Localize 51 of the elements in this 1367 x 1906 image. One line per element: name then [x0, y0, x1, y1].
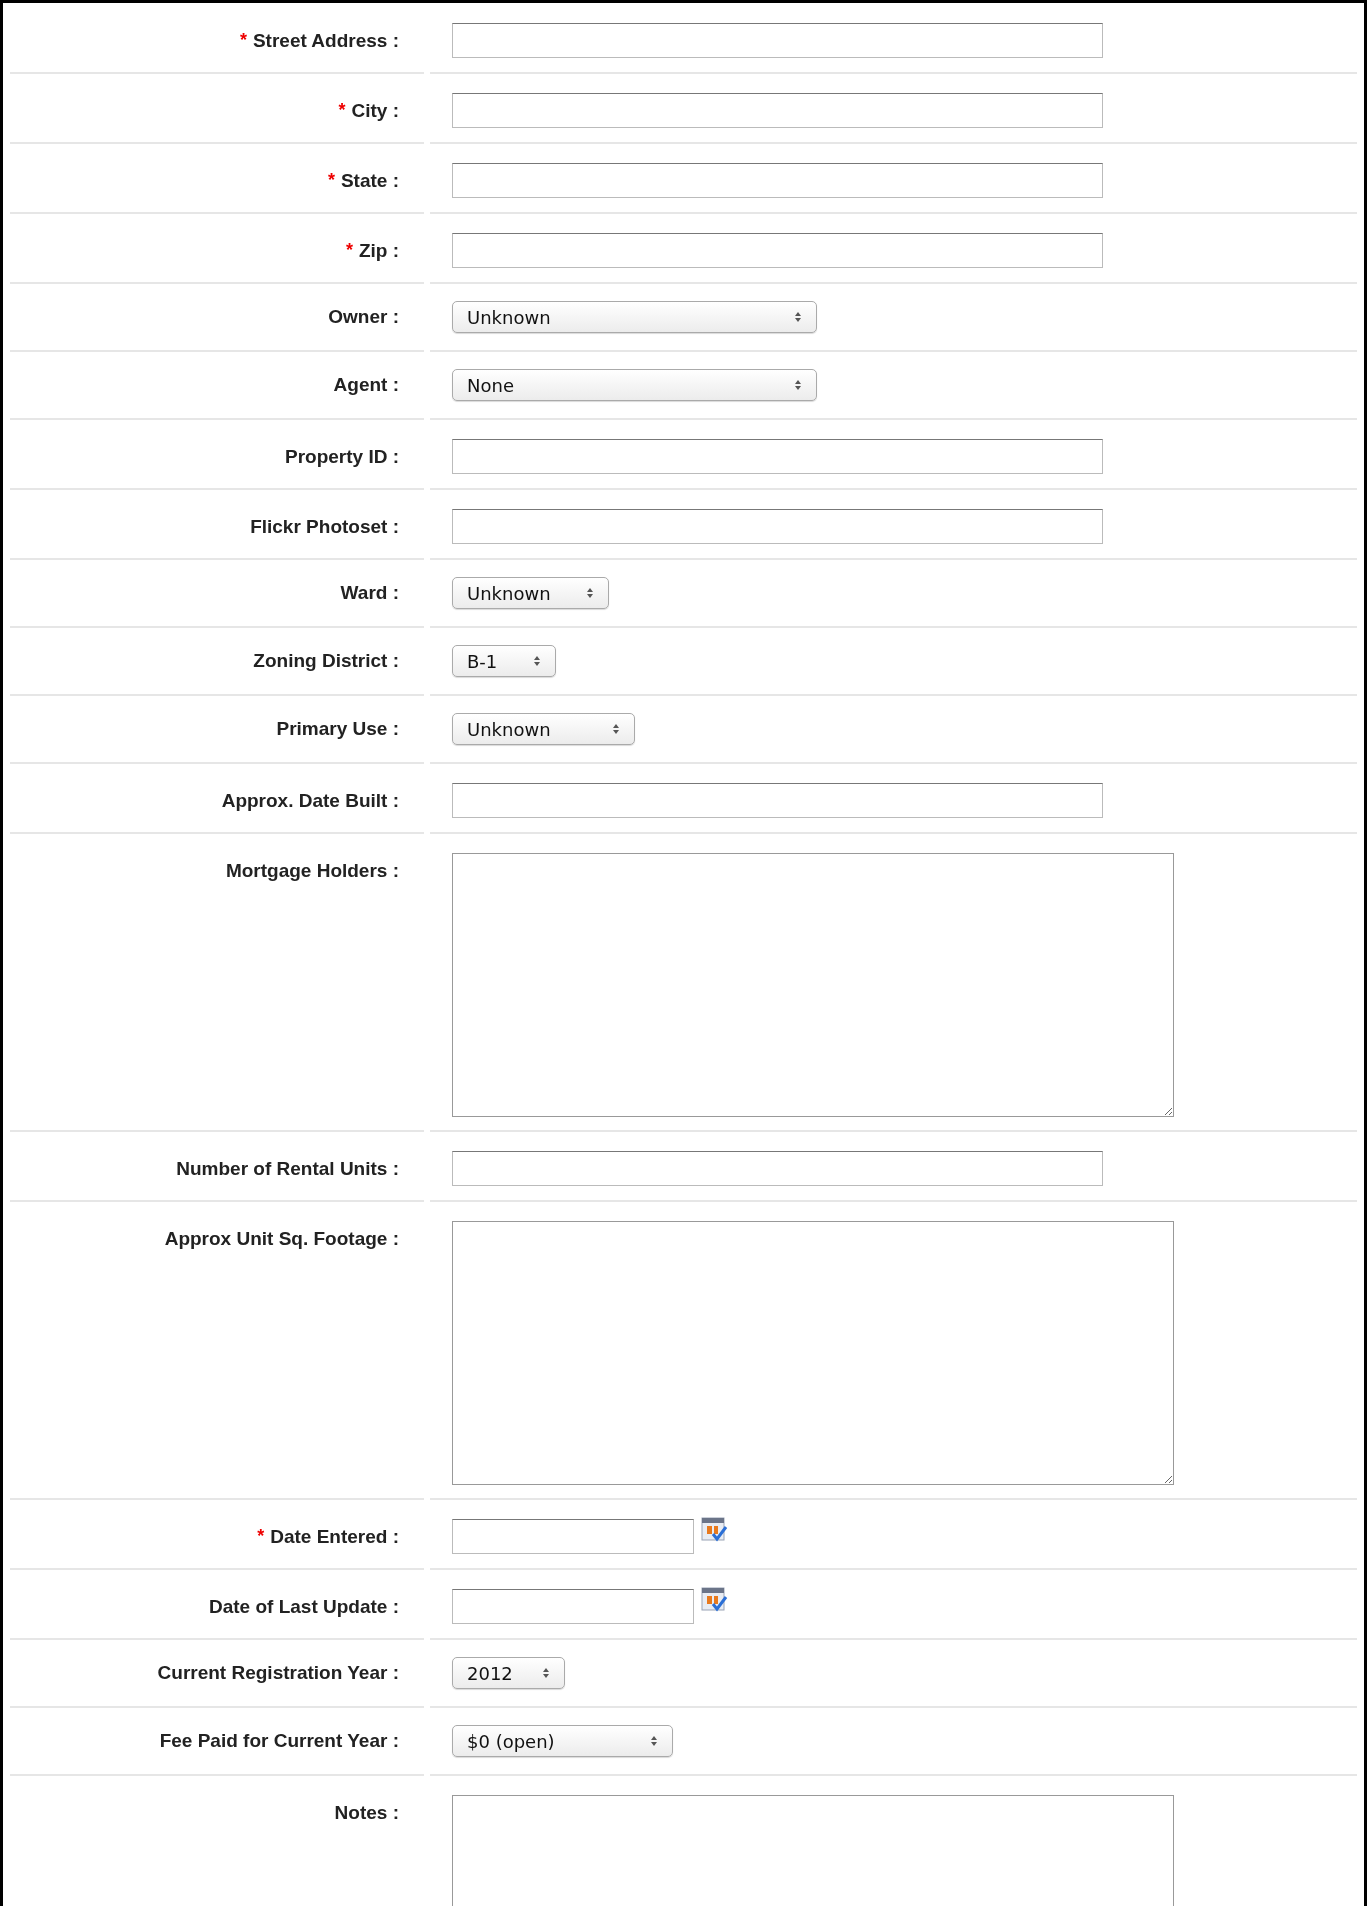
field-label: Property ID :	[284, 445, 399, 469]
required-marker: *	[257, 1525, 265, 1548]
up-down-arrows-icon	[794, 311, 802, 323]
field-label: Zoning District :	[253, 649, 399, 673]
up-down-arrows-icon	[794, 379, 802, 391]
field-label: Primary Use :	[276, 717, 399, 741]
field-label: Zip :	[358, 239, 399, 263]
up-down-arrows-icon	[586, 587, 594, 599]
text-input[interactable]	[452, 93, 1103, 128]
dropdown[interactable]: Unknown	[452, 577, 609, 609]
field-label: Number of Rental Units :	[176, 1157, 399, 1181]
text-input[interactable]	[452, 23, 1103, 58]
field-label: Date Entered :	[270, 1525, 399, 1549]
field-label: Ward :	[340, 581, 399, 605]
up-down-arrows-icon	[542, 1667, 550, 1679]
up-down-arrows-icon	[612, 723, 620, 735]
field-label: Approx Unit Sq. Footage :	[164, 1227, 399, 1251]
text-input[interactable]	[452, 509, 1103, 544]
field-label: Street Address :	[252, 29, 399, 53]
dropdown[interactable]: Unknown	[452, 301, 817, 333]
field-label: Notes :	[334, 1801, 399, 1825]
text-input[interactable]	[452, 233, 1103, 268]
text-input[interactable]	[452, 163, 1103, 198]
date-input[interactable]	[452, 1589, 694, 1624]
required-marker: *	[338, 99, 346, 122]
dropdown[interactable]: 2012	[452, 1657, 565, 1689]
field-label: Fee Paid for Current Year :	[159, 1729, 399, 1753]
field-label: Date of Last Update :	[208, 1595, 399, 1619]
text-input[interactable]	[452, 783, 1103, 818]
field-label: City :	[351, 99, 399, 123]
text-input[interactable]	[452, 439, 1103, 474]
up-down-arrows-icon	[650, 1735, 658, 1747]
field-label: State :	[340, 169, 399, 193]
required-marker: *	[345, 239, 353, 262]
date-input[interactable]	[452, 1519, 694, 1554]
field-label: Owner :	[328, 305, 399, 329]
field-label: Current Registration Year :	[157, 1661, 399, 1685]
dropdown[interactable]: Unknown	[452, 713, 635, 745]
dropdown[interactable]: $0 (open)	[452, 1725, 673, 1757]
field-label: Mortgage Holders :	[225, 859, 399, 883]
dropdown[interactable]: None	[452, 369, 817, 401]
text-input[interactable]	[452, 1151, 1103, 1186]
field-label: Flickr Photoset :	[250, 515, 399, 539]
calendar-icon[interactable]	[700, 1515, 728, 1543]
dropdown[interactable]: B-1	[452, 645, 556, 677]
required-marker: *	[239, 29, 247, 52]
required-marker: *	[327, 169, 335, 192]
up-down-arrows-icon	[533, 655, 541, 667]
field-label: Agent :	[333, 373, 399, 397]
field-label: Approx. Date Built :	[221, 789, 399, 813]
calendar-icon[interactable]	[700, 1585, 728, 1613]
